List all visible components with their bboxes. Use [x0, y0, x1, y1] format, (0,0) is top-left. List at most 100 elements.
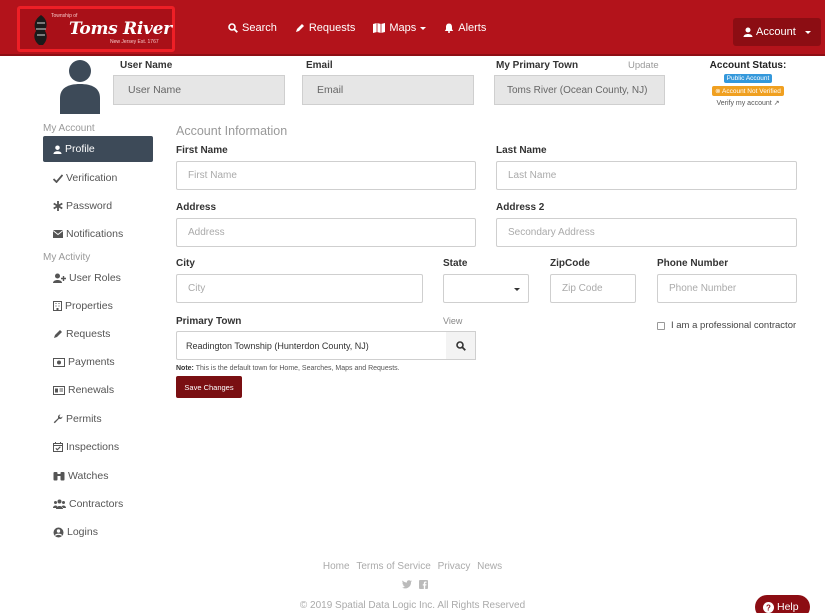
city-field[interactable]: City: [176, 274, 423, 303]
binoculars-icon: [53, 472, 65, 481]
contractor-checkbox[interactable]: [657, 321, 665, 330]
nav-alerts-label: Alerts: [458, 22, 487, 34]
address-label: Address: [176, 202, 217, 213]
nav-requests[interactable]: Requests: [295, 22, 355, 34]
calendar-check-icon: [53, 442, 63, 452]
avatar: [60, 60, 100, 114]
nav-requests-label: Requests: [308, 22, 356, 34]
help-button[interactable]: ? Help: [755, 595, 810, 613]
nav-search[interactable]: Search: [228, 22, 277, 34]
sidebar-item-label: Permits: [66, 413, 102, 425]
question-circle-icon: ?: [763, 601, 774, 613]
user-icon: [743, 27, 753, 37]
chevron-down-icon: [420, 26, 427, 30]
nav-maps-label: Maps: [389, 22, 417, 34]
sidebar-item-label: Notifications: [66, 228, 124, 240]
footer-link-privacy[interactable]: Privacy: [438, 561, 471, 572]
sidebar-item-label: User Roles: [69, 272, 121, 284]
sidebar-item-password[interactable]: Password: [53, 196, 112, 216]
sign-in-icon: [53, 527, 64, 537]
help-label: Help: [777, 601, 799, 613]
twitter-icon[interactable]: [402, 580, 412, 592]
primary-town-field: Toms River (Ocean County, NJ): [494, 75, 665, 105]
svg-text:?: ?: [766, 603, 771, 612]
sidebar-item-permits[interactable]: Permits: [53, 409, 102, 429]
account-status-label: Account Status:: [709, 60, 787, 71]
social-links: [402, 580, 435, 592]
view-town-link[interactable]: View: [443, 316, 462, 326]
section-title: Account Information: [176, 124, 288, 138]
sidebar-item-label: Password: [66, 200, 113, 212]
note-text: This is the default town for Home, Searc…: [195, 365, 400, 372]
sidebar-group-my-activity: My Activity: [43, 252, 91, 263]
sidebar-item-label: Renewals: [68, 384, 115, 396]
sidebar-item-label: Payments: [68, 356, 115, 368]
note-label: Note:: [176, 365, 194, 372]
money-icon: [53, 357, 65, 367]
state-select[interactable]: [443, 274, 529, 303]
facebook-icon[interactable]: [419, 580, 428, 592]
nav-search-label: Search: [242, 22, 277, 34]
town-search-button[interactable]: [446, 331, 476, 360]
nav-alerts[interactable]: Alerts: [444, 22, 486, 34]
account-status-panel: Account Status: Public Account ⊗ Account…: [693, 60, 803, 107]
sidebar-item-properties[interactable]: Properties: [53, 296, 113, 316]
first-name-field[interactable]: First Name: [176, 161, 476, 190]
brand-title: Toms River: [69, 19, 172, 39]
verify-account-label: Verify my account: [716, 100, 772, 107]
phone-field[interactable]: Phone Number: [657, 274, 797, 303]
search-icon: [228, 23, 238, 33]
footer-link-home[interactable]: Home: [323, 561, 350, 572]
footer-link-news[interactable]: News: [477, 561, 502, 572]
sidebar-item-watches[interactable]: Watches: [53, 466, 108, 486]
city-label: City: [176, 258, 195, 269]
account-menu-button[interactable]: Account: [733, 18, 821, 46]
envelope-icon: [53, 230, 63, 238]
sidebar-item-payments[interactable]: Payments: [53, 352, 115, 372]
verify-account-link[interactable]: Verify my account ↗: [693, 99, 803, 107]
sidebar-item-verification[interactable]: Verification: [53, 168, 117, 188]
primary-town-input[interactable]: Readington Township (Hunterdon County, N…: [176, 331, 447, 360]
chevron-down-icon: [805, 31, 811, 34]
primary-town-label: My Primary Town: [496, 60, 579, 71]
sidebar-group-my-account: My Account: [43, 123, 95, 134]
last-name-field[interactable]: Last Name: [496, 161, 797, 190]
sidebar-item-requests[interactable]: Requests: [53, 324, 110, 344]
sidebar-item-label: Contractors: [69, 498, 124, 510]
footer-link-terms[interactable]: Terms of Service: [356, 561, 430, 572]
user-name-label: User Name: [120, 60, 173, 71]
sidebar-item-inspections[interactable]: Inspections: [53, 437, 119, 457]
zip-field[interactable]: Zip Code: [550, 274, 636, 303]
primary-town-form-label: Primary Town: [176, 316, 242, 327]
brand-logo[interactable]: Township of Toms River New Jersey Est. 1…: [17, 6, 175, 52]
nav-menu: Search Requests Maps Alerts: [228, 0, 506, 56]
email-label: Email: [306, 60, 333, 71]
sidebar-item-notifications[interactable]: Notifications: [53, 224, 123, 244]
first-name-label: First Name: [176, 145, 228, 156]
sidebar-item-logins[interactable]: Logins: [53, 522, 98, 542]
users-icon: [53, 499, 66, 509]
sidebar-item-label: Properties: [65, 300, 113, 312]
not-verified-badge: ⊗ Account Not Verified: [712, 86, 784, 96]
update-town-link[interactable]: Update: [628, 60, 659, 71]
user-plus-icon: [53, 273, 66, 283]
top-navbar: Township of Toms River New Jersey Est. 1…: [0, 0, 825, 56]
account-label: Account: [756, 26, 796, 38]
footer-links: Home Terms of Service Privacy News: [0, 561, 825, 572]
sidebar-item-renewals[interactable]: Renewals: [53, 380, 114, 400]
address2-field[interactable]: Secondary Address: [496, 218, 797, 247]
save-changes-button[interactable]: Save Changes: [176, 376, 242, 398]
not-verified-badge-label: Account Not Verified: [722, 88, 781, 95]
pencil-icon: [54, 330, 62, 338]
external-link-icon: ↗: [773, 100, 780, 107]
contractor-checkbox-row[interactable]: I am a professional contractor: [657, 320, 796, 331]
sidebar-item-user-roles[interactable]: User Roles: [53, 268, 121, 288]
brand-tagline: New Jersey Est. 1767: [110, 39, 159, 45]
sidebar-item-profile[interactable]: Profile: [43, 136, 153, 162]
state-label: State: [443, 258, 468, 269]
map-icon: [373, 23, 386, 33]
last-name-label: Last Name: [496, 145, 547, 156]
nav-maps[interactable]: Maps: [373, 22, 427, 34]
address-field[interactable]: Address: [176, 218, 476, 247]
sidebar-item-contractors[interactable]: Contractors: [53, 494, 123, 514]
